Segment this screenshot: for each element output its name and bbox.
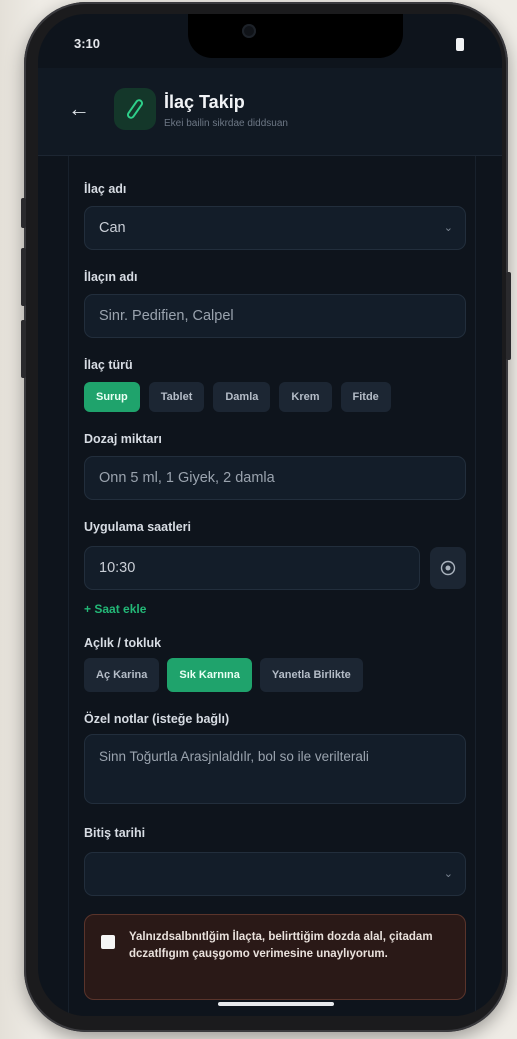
notch — [188, 14, 403, 58]
home-indicator[interactable] — [218, 1002, 334, 1006]
type-chip-drops[interactable]: Damla — [213, 382, 271, 412]
type-chip-other[interactable]: Fitde — [340, 382, 391, 412]
app-header: ← İlaç Takip Ekei bailin sikrdae diddsua… — [38, 68, 502, 156]
type-label: İlaç türü — [84, 358, 133, 372]
type-chip-cream[interactable]: Krem — [279, 382, 332, 412]
battery-icon — [456, 38, 464, 51]
notes-placeholder: Sinn Toğurtla Arasjnlaldılr, bol so ile … — [99, 749, 369, 764]
dose-input[interactable]: Onn 5 ml, 1 Giyek, 2 damla — [84, 456, 466, 500]
end-date-select[interactable]: ⌄ — [84, 852, 466, 896]
back-arrow-icon[interactable]: ← — [68, 96, 90, 122]
hunger-chip-full[interactable]: Sık Karnına — [167, 658, 252, 692]
volume-up-button — [21, 248, 26, 306]
chevron-down-icon: ⌄ — [443, 222, 453, 234]
app-subtitle: Ekei bailin sikrdae diddsuan — [164, 118, 288, 129]
hunger-chip-with-meal[interactable]: Yanetla Birlikte — [259, 658, 363, 692]
end-date-label: Bitiş tarihi — [84, 826, 146, 840]
type-chip-syrup[interactable]: Surup — [84, 382, 140, 412]
app-title: İlaç Takip — [164, 92, 245, 112]
dose-placeholder: Onn 5 ml, 1 Giyek, 2 damla — [99, 470, 275, 486]
time-input[interactable]: 10:30 — [84, 546, 420, 590]
person-label: İlaçın adı — [84, 270, 138, 284]
drug-name-value: Can — [99, 220, 126, 236]
clock-icon[interactable] — [430, 547, 466, 589]
notes-textarea[interactable]: Sinn Toğurtla Arasjnlaldılr, bol so ile … — [84, 734, 466, 804]
pill-icon — [114, 88, 156, 130]
dose-label: Dozaj miktarı — [84, 432, 162, 446]
drug-name-select[interactable]: Can ⌄ — [84, 206, 466, 250]
times-label: Uygulama saatleri — [84, 520, 191, 534]
add-time-link[interactable]: + Saat ekle — [84, 602, 146, 616]
app-screen: 3:10 ← İlaç Takip Ekei bailin sikrdae di… — [38, 14, 502, 1016]
consent-checkbox[interactable] — [101, 935, 115, 949]
chevron-down-icon: ⌄ — [443, 868, 453, 880]
drug-name-label: İlaç adı — [84, 182, 127, 196]
content-edge — [475, 156, 476, 1016]
hunger-chip-group: Aç Karina Sık Karnına Yanetla Birlikte — [84, 658, 363, 692]
consent-text: Yalnızdsalbnıtlğim İlaçta, belirttiğim d… — [129, 931, 433, 960]
volume-down-button — [21, 320, 26, 378]
camera-icon — [242, 24, 256, 38]
consent-box: Yalnızdsalbnıtlğim İlaçta, belirttiğim d… — [84, 914, 466, 1000]
content-edge — [68, 156, 69, 1016]
medication-form: İlaç adı Can ⌄ İlaçın adı Sinr. Pedifien… — [38, 156, 502, 1016]
person-input[interactable]: Sinr. Pedifien, Calpel — [84, 294, 466, 338]
time-value: 10:30 — [99, 560, 136, 576]
type-chip-tablet[interactable]: Tablet — [148, 382, 205, 412]
type-chip-group: Surup Tablet Damla Krem Fitde — [84, 382, 391, 412]
notes-label: Özel notlar (isteğe bağlı) — [84, 712, 230, 726]
mute-switch — [21, 198, 26, 228]
hunger-chip-empty[interactable]: Aç Karina — [84, 658, 160, 692]
hunger-label: Açlık / tokluk — [84, 636, 162, 650]
person-placeholder: Sinr. Pedifien, Calpel — [99, 308, 234, 324]
power-button — [506, 272, 511, 360]
status-time: 3:10 — [74, 36, 101, 51]
